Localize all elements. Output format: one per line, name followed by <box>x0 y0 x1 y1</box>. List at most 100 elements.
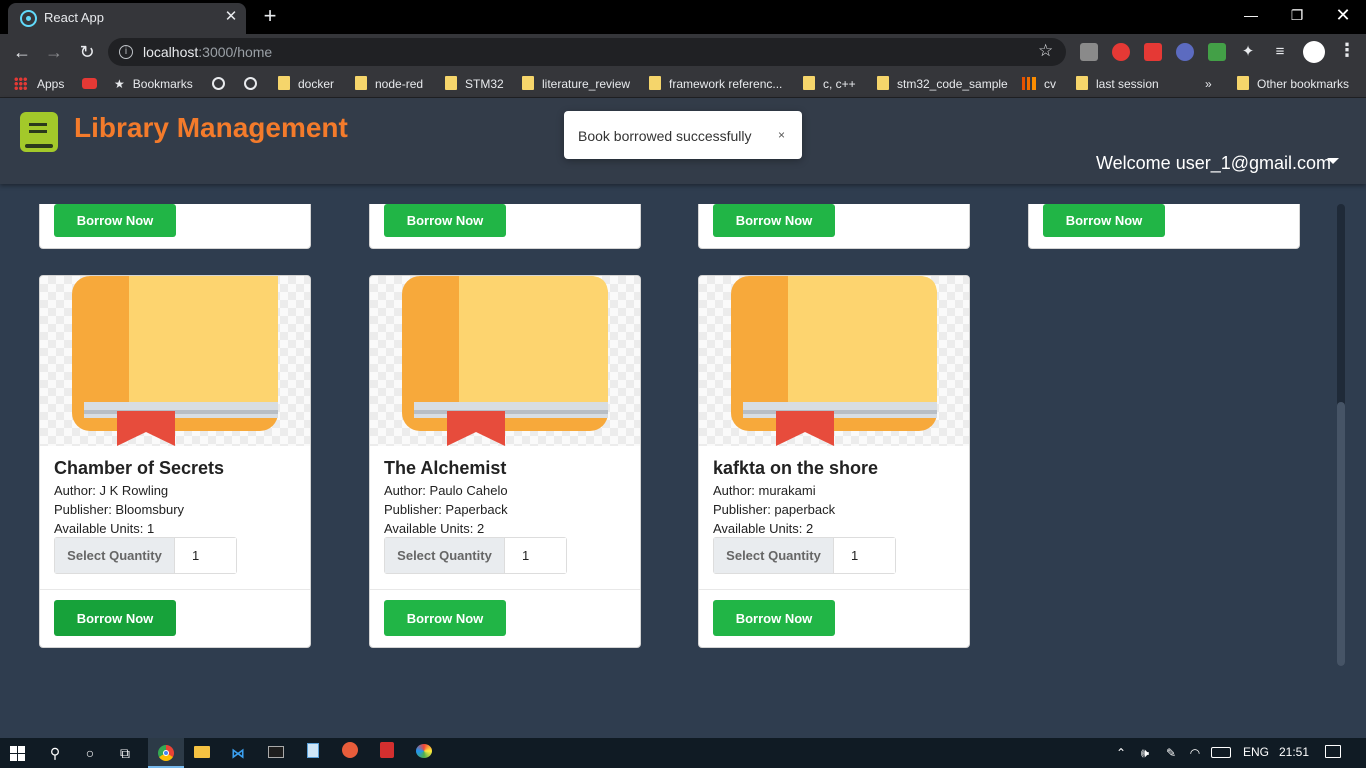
browser-tab-strip: React App ✕ + — ❐ ✕ <box>0 0 1366 34</box>
book-title: Chamber of Secrets <box>54 458 225 478</box>
chrome-taskbar-button[interactable] <box>148 738 184 768</box>
folder-icon <box>278 76 290 90</box>
chrome-menu-icon[interactable]: ⋮ <box>1338 40 1356 61</box>
volume-icon[interactable]: 🕪 <box>1134 742 1156 764</box>
book-title: kafkta on the shore <box>713 458 879 478</box>
bookmark-label: cv <box>1044 77 1056 91</box>
info-icon[interactable]: i <box>119 45 133 59</box>
borrow-now-button[interactable]: Borrow Now <box>713 600 835 636</box>
quantity-selector: Select Quantity <box>54 537 237 574</box>
toast-notification: Book borrowed successfully × <box>564 111 802 159</box>
extension-icon[interactable] <box>1080 43 1098 61</box>
extension-icon[interactable] <box>1144 43 1162 61</box>
youtube-icon[interactable] <box>82 76 97 92</box>
windows-taskbar: ⚲ ○ ⧉ ⋈ ⌃ 🕪 ✎ ◠ ENG 21:51 <box>0 738 1366 768</box>
bookmark-stm32[interactable]: STM32 <box>445 76 504 92</box>
browser-tab[interactable]: React App ✕ <box>8 3 246 34</box>
quantity-input[interactable] <box>835 538 895 573</box>
borrow-now-button[interactable]: Borrow Now <box>384 600 506 636</box>
book-grid: Borrow Now Borrow Now Borrow Now Borrow … <box>0 184 1366 738</box>
bookmark-label: node-red <box>375 77 424 91</box>
adblock-extension-icon[interactable] <box>1112 43 1130 61</box>
scrollbar-thumb[interactable] <box>1337 402 1345 666</box>
new-tab-icon[interactable]: + <box>258 4 282 28</box>
pen-icon[interactable]: ✎ <box>1160 742 1182 764</box>
bookmark-node-red[interactable]: node-red <box>355 76 423 92</box>
quantity-label: Select Quantity <box>55 538 175 573</box>
notepad-icon[interactable] <box>302 742 324 764</box>
task-view-icon[interactable]: ⧉ <box>114 742 136 764</box>
bookmarks-overflow-icon[interactable]: » <box>1205 76 1212 92</box>
quantity-input[interactable] <box>506 538 566 573</box>
windows-start-icon[interactable] <box>10 746 26 762</box>
bookmark-other-bookmarks[interactable]: Other bookmarks <box>1237 76 1349 92</box>
profile-avatar[interactable] <box>1303 41 1325 63</box>
borrow-now-button[interactable]: Borrow Now <box>54 600 176 636</box>
app-icon[interactable] <box>339 742 361 764</box>
pdf-reader-icon[interactable] <box>376 742 398 764</box>
bookmark-c-cpp[interactable]: c, c++ <box>803 76 856 92</box>
borrow-now-button[interactable]: Borrow Now <box>54 204 176 237</box>
page-scrollbar[interactable] <box>1337 204 1345 666</box>
user-menu[interactable]: Welcome user_1@gmail.com <box>1096 153 1331 174</box>
bookmark-label: docker <box>298 77 335 91</box>
book-card: The Alchemist Author: Paulo Cahelo Publi… <box>369 275 641 648</box>
globe-icon[interactable] <box>212 76 225 92</box>
address-bar[interactable]: i localhost:3000/home ☆ <box>108 38 1066 66</box>
card-divider <box>699 589 969 590</box>
bookmark-bookmarks[interactable]: ★ Bookmarks <box>114 76 193 92</box>
book-author: Author: J K Rowling <box>54 483 169 498</box>
bookmark-last-session[interactable]: last session <box>1076 76 1159 92</box>
book-card: Borrow Now <box>1028 204 1300 249</box>
quantity-label: Select Quantity <box>714 538 834 573</box>
globe-icon[interactable] <box>244 76 257 92</box>
wifi-icon[interactable]: ◠ <box>1184 742 1206 764</box>
bookmark-literature-review[interactable]: literature_review <box>522 76 630 92</box>
book-cover-image <box>699 276 969 446</box>
bookmark-label: Other bookmarks <box>1257 77 1350 91</box>
terminal-icon[interactable] <box>265 742 287 764</box>
book-available-units: Available Units: 2 <box>384 521 485 536</box>
search-icon[interactable]: ⚲ <box>44 742 66 764</box>
keyboard-icon[interactable] <box>1210 742 1232 764</box>
toast-close-icon[interactable]: × <box>778 128 785 142</box>
bookmark-star-icon[interactable]: ☆ <box>1038 41 1053 61</box>
back-arrow-icon[interactable]: ← <box>10 40 34 64</box>
reload-icon[interactable]: ↻ <box>75 40 99 64</box>
quantity-selector: Select Quantity <box>713 537 896 574</box>
cortana-icon[interactable]: ○ <box>79 742 101 764</box>
url-path: :3000/home <box>198 44 273 60</box>
puzzle-extensions-icon[interactable]: ✦ <box>1236 40 1260 64</box>
clock[interactable]: 21:51 <box>1279 745 1309 759</box>
language-indicator[interactable]: ENG <box>1243 745 1269 759</box>
notifications-icon[interactable] <box>1322 742 1344 764</box>
bookmark-framework-reference[interactable]: framework referenc... <box>649 76 782 92</box>
quantity-label: Select Quantity <box>385 538 505 573</box>
window-close-icon[interactable]: ✕ <box>1320 0 1366 32</box>
quantity-input[interactable] <box>176 538 236 573</box>
bookmark-apps[interactable]: Apps <box>14 76 64 92</box>
caret-down-icon[interactable] <box>1327 158 1339 164</box>
bookmark-docker[interactable]: docker <box>278 76 334 92</box>
paint-icon[interactable] <box>413 742 435 764</box>
chart-bars-icon <box>1022 77 1036 90</box>
url-text[interactable]: localhost:3000/home <box>143 44 272 60</box>
extension-icon[interactable] <box>1176 43 1194 61</box>
forward-arrow-icon[interactable]: → <box>42 40 66 64</box>
cors-extension-icon[interactable] <box>1208 43 1226 61</box>
minimize-icon[interactable]: — <box>1228 0 1274 32</box>
restore-icon[interactable]: ❐ <box>1274 0 1320 32</box>
bookmark-stm32-code-sample[interactable]: stm32_code_sample <box>877 76 1008 92</box>
borrow-now-button[interactable]: Borrow Now <box>384 204 506 237</box>
star-icon: ★ <box>114 77 125 91</box>
borrow-now-button[interactable]: Borrow Now <box>713 204 835 237</box>
bookmark-cv[interactable]: cv <box>1022 76 1056 92</box>
media-queue-icon[interactable]: ≡ <box>1268 40 1292 64</box>
file-explorer-icon[interactable] <box>191 742 213 764</box>
folder-icon <box>445 76 457 90</box>
vscode-icon[interactable]: ⋈ <box>227 742 249 764</box>
tray-expand-icon[interactable]: ⌃ <box>1110 742 1132 764</box>
close-tab-icon[interactable]: ✕ <box>222 8 240 26</box>
bookmark-label: Apps <box>37 77 65 91</box>
borrow-now-button[interactable]: Borrow Now <box>1043 204 1165 237</box>
